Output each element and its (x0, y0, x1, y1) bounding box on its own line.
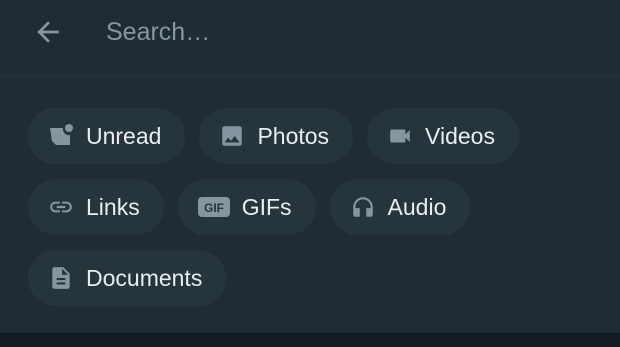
document-icon (48, 265, 74, 291)
video-camera-icon (387, 123, 413, 149)
filter-chip-photos[interactable]: Photos (199, 108, 354, 164)
filter-chip-label: Documents (86, 264, 203, 291)
filter-chip-gifs[interactable]: GIF GIFs (177, 179, 316, 235)
filter-chip-links[interactable]: Links (28, 179, 164, 235)
headphones-icon (350, 194, 376, 220)
filter-chip-label: Photos (257, 122, 330, 149)
filter-chip-label: GIFs (241, 193, 292, 220)
filter-chip-label: Audio (387, 193, 447, 220)
unread-chat-icon (48, 123, 74, 149)
filter-chip-documents[interactable]: Documents (28, 250, 227, 306)
filter-chip-label: Videos (425, 122, 495, 149)
back-button[interactable] (26, 12, 70, 52)
search-header (0, 0, 620, 77)
filter-chip-label: Links (86, 193, 140, 220)
search-input[interactable] (106, 12, 586, 52)
filter-chip-audio[interactable]: Audio (329, 179, 471, 235)
bottom-bar (0, 333, 620, 347)
filter-chip-videos[interactable]: Videos (367, 108, 519, 164)
filter-chip-label: Unread (86, 122, 162, 149)
search-filter-chips: Unread Photos Videos Links GIF GIFs Audi… (28, 108, 608, 306)
filter-chip-unread[interactable]: Unread (28, 108, 186, 164)
arrow-left-icon (37, 21, 59, 43)
image-icon (219, 123, 245, 149)
svg-text:GIF: GIF (204, 201, 224, 215)
gif-icon: GIF (197, 194, 230, 220)
link-icon (48, 194, 74, 220)
